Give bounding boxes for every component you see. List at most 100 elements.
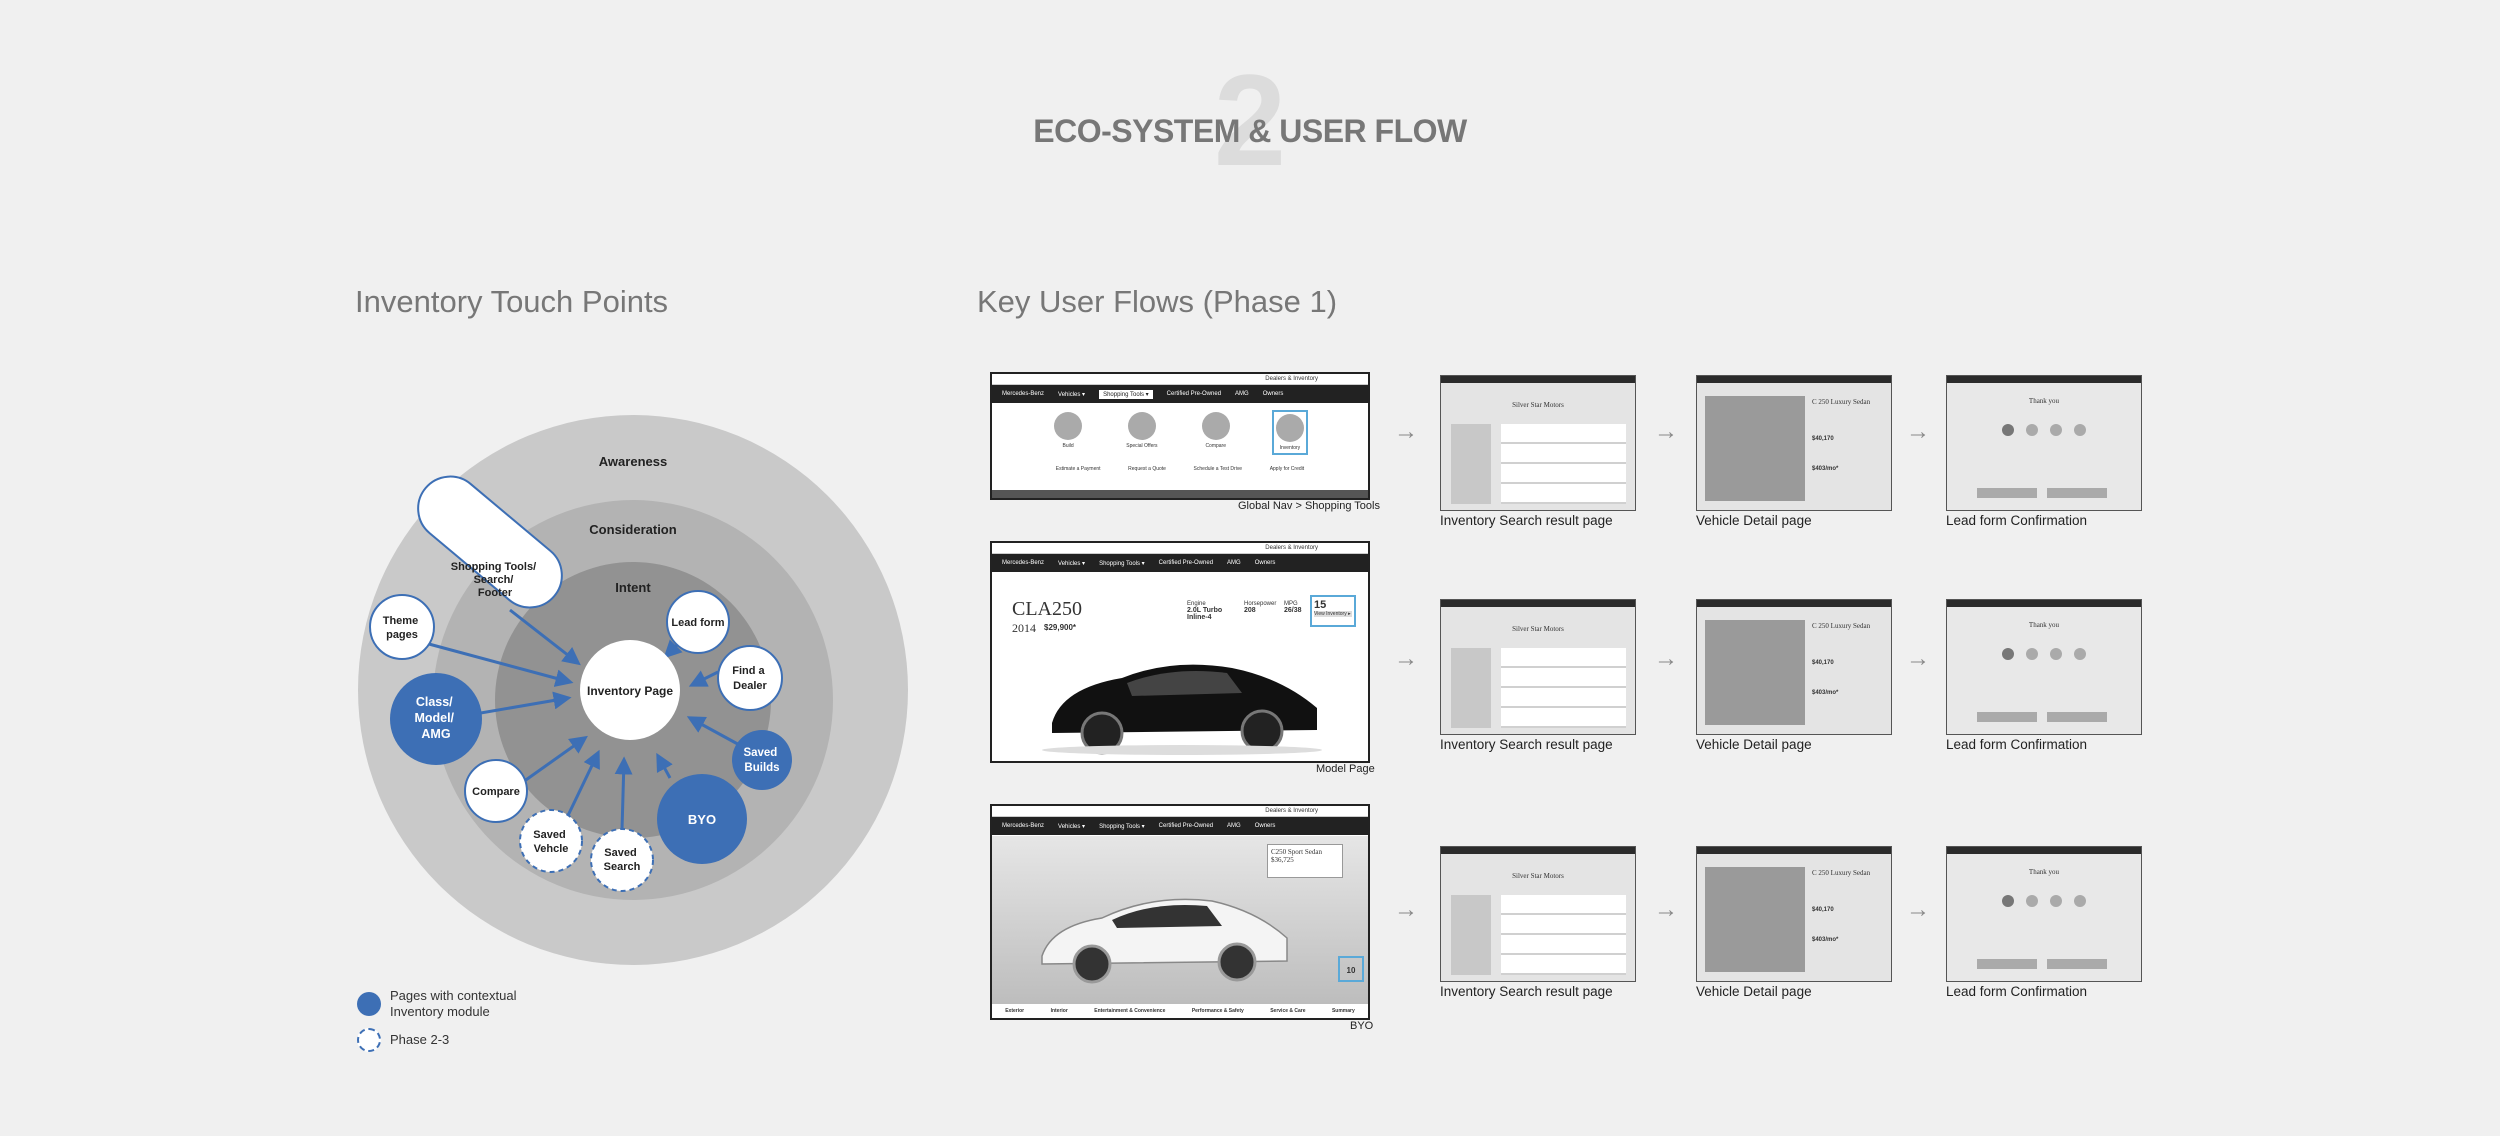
arrow-icon: → [1906, 645, 1930, 672]
step-label-search: Inventory Search result page [1440, 984, 1613, 999]
tool-compare[interactable]: Compare [1201, 412, 1230, 453]
tab-entertainment[interactable]: Entertainment & Convenience [1094, 1008, 1165, 1014]
thumb-detail-title: C 250 Luxury Sedan [1812, 398, 1871, 406]
thumb-nav [1697, 376, 1891, 383]
nav-vehicles[interactable]: Vehicles ▾ [1058, 391, 1085, 398]
top-nav: Mercedes-Benz Vehicles ▾ Shopping Tools … [992, 817, 1368, 835]
tool-offers[interactable]: Special Offers [1126, 412, 1158, 453]
touchpoints-diagram: Awareness Consideration Intent Inventory… [358, 415, 908, 965]
thumb-results-list [1501, 424, 1626, 504]
nav-cpo[interactable]: Certified Pre-Owned [1159, 560, 1213, 566]
step-dot-icon [2074, 648, 2086, 660]
inventory-module[interactable]: 15 View Inventory ▸ [1310, 595, 1356, 627]
svg-text:Compare: Compare [472, 786, 520, 798]
step-dot-icon [2026, 424, 2038, 436]
car-image [1041, 898, 1288, 984]
search-result-thumb: Silver Star Motors [1440, 375, 1636, 511]
tab-summary[interactable]: Summary [1332, 1008, 1355, 1014]
view-inventory-button[interactable]: View Inventory ▸ [1314, 611, 1352, 617]
page-title: ECO-SYSTEM & USER FLOW [1033, 113, 1467, 149]
dealers-inventory-link[interactable]: Dealers & Inventory [992, 806, 1368, 817]
vehicle-detail-thumb: C 250 Luxury Sedan $40,170 $403/mo* [1696, 846, 1892, 982]
tab-interior[interactable]: Interior [1051, 1008, 1068, 1014]
top-nav: Mercedes-Benz Vehicles ▾ Shopping Tools … [992, 554, 1368, 572]
thumb-progress-steps [2002, 895, 2086, 907]
thumb-button [1977, 712, 2037, 722]
dealers-inventory-link[interactable]: Dealers & Inventory [992, 374, 1368, 385]
build-summary-panel: C250 Sport Sedan $36,725 [1267, 844, 1343, 878]
step-label-search: Inventory Search result page [1440, 513, 1613, 528]
nav-shopping-tools[interactable]: Shopping Tools ▾ [1099, 823, 1145, 830]
step-label-search: Inventory Search result page [1440, 737, 1613, 752]
caption-model-page: Model Page [1316, 763, 1375, 775]
nav-vehicles[interactable]: Vehicles ▾ [1058, 560, 1085, 567]
thumb-button [1977, 959, 2037, 969]
step-label-detail: Vehicle Detail page [1696, 984, 1812, 999]
nav-amg[interactable]: AMG [1227, 560, 1241, 566]
arrow-icon: → [1654, 896, 1678, 923]
class-model-amg-node: Class/ Model/ AMG [390, 673, 482, 765]
link-quote[interactable]: Request a Quote [1128, 466, 1166, 472]
nav-cpo[interactable]: Certified Pre-Owned [1167, 391, 1221, 397]
nav-vehicles[interactable]: Vehicles ▾ [1058, 823, 1085, 830]
step-label-lead: Lead form Confirmation [1946, 513, 2088, 528]
nav-cpo[interactable]: Certified Pre-Owned [1159, 823, 1213, 829]
search-result-thumb: Silver Star Motors [1440, 846, 1636, 982]
thumb-lead-title: Thank you [2028, 621, 2060, 629]
flow-row-model-page: Dealers & Inventory Mercedes-Benz Vehicl… [990, 541, 2150, 781]
caption-byo: BYO [1350, 1020, 1374, 1032]
tab-exterior[interactable]: Exterior [1005, 1008, 1024, 1014]
thumb-nav [1441, 600, 1635, 607]
byo-node: BYO [657, 774, 747, 864]
step-dot-icon [2074, 895, 2086, 907]
thumb-detail-msrp: $403/mo* [1812, 466, 1839, 472]
nav-owners[interactable]: Owners [1255, 823, 1276, 829]
touchpoints-title: Inventory Touch Points [355, 284, 669, 319]
thumb-progress-steps [2002, 648, 2086, 660]
lead-form-thumb: Thank you [1946, 846, 2142, 982]
spec-mpg-value: 26/38 [1284, 607, 1302, 614]
brand-logo[interactable]: Mercedes-Benz [1002, 560, 1044, 566]
nav-owners[interactable]: Owners [1263, 391, 1284, 397]
legend: Pages with contextual Inventory module Ph… [357, 988, 657, 1052]
link-credit[interactable]: Apply for Credit [1270, 466, 1304, 472]
nav-shopping-tools[interactable]: Shopping Tools ▾ [1099, 560, 1145, 567]
tool-inventory[interactable]: Inventory [1271, 410, 1308, 455]
thumb-nav [1947, 600, 2141, 607]
link-test-drive[interactable]: Schedule a Test Drive [1194, 466, 1243, 472]
step-label-lead: Lead form Confirmation [1946, 984, 2088, 999]
saved-search-node: Saved Search [590, 828, 654, 892]
nav-owners[interactable]: Owners [1255, 560, 1276, 566]
legend-phase-label: Phase 2-3 [390, 1032, 450, 1047]
link-payment[interactable]: Estimate a Payment [1056, 466, 1101, 472]
tool-links: Estimate a Payment Request a Quote Sched… [992, 466, 1368, 472]
step-label-detail: Vehicle Detail page [1696, 737, 1812, 752]
thumb-filter-panel [1451, 648, 1491, 728]
nav-shopping-tools[interactable]: Shopping Tools ▾ [1099, 389, 1153, 399]
flow-row-byo: Dealers & Inventory Mercedes-Benz Vehicl… [990, 804, 2150, 1044]
summary-title: C250 Sport Sedan [1271, 848, 1322, 856]
flow-row-global-nav: Dealers & Inventory Mercedes-Benz Vehicl… [990, 372, 2150, 532]
thumb-results-list [1501, 895, 1626, 975]
tab-performance[interactable]: Performance & Safety [1192, 1008, 1244, 1014]
thumb-search-title: Silver Star Motors [1512, 401, 1564, 409]
brand-logo[interactable]: Mercedes-Benz [1002, 823, 1044, 829]
tool-build[interactable]: Build [1054, 412, 1083, 453]
step-label-detail: Vehicle Detail page [1696, 513, 1812, 528]
tab-service[interactable]: Service & Care [1270, 1008, 1305, 1014]
nav-amg[interactable]: AMG [1227, 823, 1241, 829]
thumb-lead-title: Thank you [2028, 868, 2060, 876]
dealers-inventory-link[interactable]: Dealers & Inventory [992, 543, 1368, 554]
caption-global-nav: Global Nav > Shopping Tools [1238, 500, 1380, 512]
inventory-icon [1275, 414, 1304, 442]
nav-amg[interactable]: AMG [1235, 391, 1249, 397]
arrow-icon: → [1394, 418, 1418, 445]
tool-offers-label: Special Offers [1126, 443, 1158, 449]
thumb-vehicle-image [1705, 620, 1805, 725]
thumb-detail-msrp: $403/mo* [1812, 937, 1839, 943]
arrow-icon: → [1906, 896, 1930, 923]
available-count-badge[interactable]: 10 [1338, 956, 1364, 982]
model-name: CLA250 [1012, 598, 1082, 620]
brand-logo[interactable]: Mercedes-Benz [1002, 391, 1044, 397]
spec-hp: Horsepower 208 [1244, 601, 1276, 614]
